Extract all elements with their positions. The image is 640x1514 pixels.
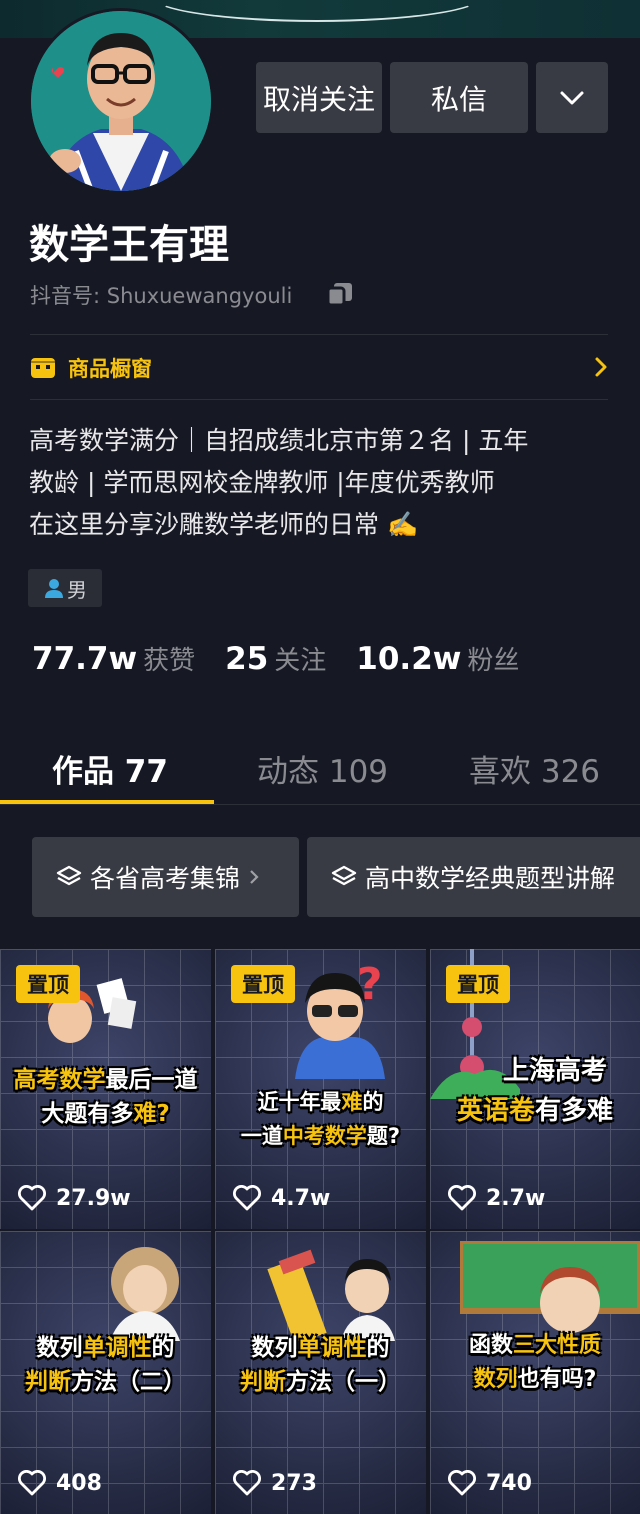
collection-chip[interactable]: 各省高考集锦 bbox=[32, 837, 299, 917]
more-dropdown-button[interactable] bbox=[536, 62, 608, 133]
video-title: 近十年最难的 一道中考数学题? bbox=[240, 1090, 401, 1148]
tab-likes[interactable]: 喜欢 326 bbox=[469, 746, 600, 791]
profile-bio: 高考数学满分｜自招成绩北京市第２名 | 五年 教龄 | 学而思网校金牌教师 |年… bbox=[29, 420, 609, 546]
unfollow-label: 取消关注 bbox=[262, 82, 375, 116]
video-tile[interactable]: 置顶 上海高考 英语卷有多难 2.7w bbox=[430, 949, 640, 1229]
person-icon bbox=[45, 579, 63, 598]
layers-icon bbox=[331, 865, 357, 886]
chevron-right-icon bbox=[595, 357, 607, 377]
video-likes: 4.7w bbox=[233, 1185, 330, 1211]
divider bbox=[30, 334, 608, 335]
heart-icon bbox=[18, 1470, 46, 1496]
likes-label: 获赞 bbox=[143, 646, 196, 676]
shop-icon bbox=[31, 358, 55, 378]
video-likes: 273 bbox=[233, 1470, 317, 1496]
banner-decoration bbox=[150, 0, 484, 22]
following-count[interactable]: 25 bbox=[225, 641, 268, 677]
heart-icon bbox=[233, 1185, 261, 1211]
copy-icon[interactable] bbox=[326, 281, 354, 311]
video-tile[interactable]: 函数三大性质 数列也有吗? 740 bbox=[430, 1231, 640, 1514]
bio-line: 高考数学满分｜自招成绩北京市第２名 | 五年 bbox=[29, 426, 529, 455]
chevron-down-icon bbox=[560, 91, 584, 104]
likes-count: 77.7w bbox=[32, 641, 138, 677]
pinned-badge: 置顶 bbox=[231, 965, 295, 1003]
active-tab-indicator bbox=[0, 800, 214, 804]
fans-count[interactable]: 10.2w bbox=[356, 641, 461, 677]
bio-line: 教龄 | 学而思网校金牌教师 |年度优秀教师 bbox=[29, 468, 495, 497]
pinned-badge: 置顶 bbox=[446, 965, 510, 1003]
video-likes: 408 bbox=[18, 1470, 102, 1496]
message-label: 私信 bbox=[430, 82, 487, 116]
video-tile[interactable]: 置顶 高考数学最后一道 大题有多难? 27.9w bbox=[0, 949, 211, 1229]
profile-name: 数学王有理 bbox=[29, 222, 229, 268]
gender-label: 男 bbox=[67, 577, 87, 602]
unfollow-button[interactable]: 取消关注 bbox=[256, 62, 382, 133]
following-label[interactable]: 关注 bbox=[274, 640, 326, 677]
collection-label: 高中数学经典题型讲解 bbox=[365, 864, 616, 893]
pinned-badge: 置顶 bbox=[16, 965, 80, 1003]
avatar[interactable] bbox=[28, 8, 214, 194]
shop-label: 商品橱窗 bbox=[68, 357, 152, 381]
video-title: 上海高考 英语卷有多难 bbox=[456, 1056, 614, 1126]
gender-badge: 男 bbox=[28, 569, 102, 607]
video-likes: 27.9w bbox=[18, 1185, 131, 1211]
bio-line: 在这里分享沙雕数学老师的日常 ✍️ bbox=[29, 510, 419, 539]
tab-dynamics[interactable]: 动态 109 bbox=[257, 746, 388, 791]
video-title: 数列单调性的 判断方法（一） bbox=[240, 1335, 401, 1395]
collection-chip[interactable]: 高中数学经典题型讲解 bbox=[307, 837, 640, 917]
fans-label[interactable]: 粉丝 bbox=[467, 640, 519, 677]
video-title: 高考数学最后一道 大题有多难? bbox=[13, 1067, 198, 1127]
message-button[interactable]: 私信 bbox=[390, 62, 528, 133]
chevron-right-icon bbox=[250, 870, 259, 884]
profile-stats: 77.7w 获赞 25 关注 10.2w 粉丝 bbox=[32, 640, 549, 677]
douyin-id: 抖音号: Shuxuewangyouli bbox=[30, 284, 293, 308]
shop-window-link[interactable]: 商品橱窗 bbox=[30, 350, 608, 386]
video-likes: 740 bbox=[448, 1470, 532, 1496]
video-title: 数列单调性的 判断方法（二） bbox=[25, 1335, 186, 1395]
tab-works[interactable]: 作品 77 bbox=[52, 746, 168, 791]
divider bbox=[30, 399, 608, 400]
collection-label: 各省高考集锦 bbox=[90, 864, 241, 893]
video-tile[interactable]: 数列单调性的 判断方法（二） 408 bbox=[0, 1231, 211, 1514]
heart-icon bbox=[448, 1185, 476, 1211]
video-likes: 2.7w bbox=[448, 1185, 545, 1211]
video-title: 函数三大性质 数列也有吗? bbox=[468, 1333, 602, 1392]
video-thumbnail-illustration bbox=[110, 1247, 180, 1341]
video-tile[interactable]: ? 置顶 近十年最难的 一道中考数学题? 4.7w bbox=[215, 949, 426, 1229]
heart-icon bbox=[448, 1470, 476, 1496]
video-thumbnail-illustration bbox=[267, 1249, 395, 1341]
content-tabs: 作品 77 动态 109 喜欢 326 bbox=[0, 738, 640, 805]
video-tile[interactable]: 数列单调性的 判断方法（一） 273 bbox=[215, 1231, 426, 1514]
layers-icon bbox=[56, 865, 82, 886]
heart-icon bbox=[18, 1185, 46, 1211]
heart-icon bbox=[233, 1470, 261, 1496]
